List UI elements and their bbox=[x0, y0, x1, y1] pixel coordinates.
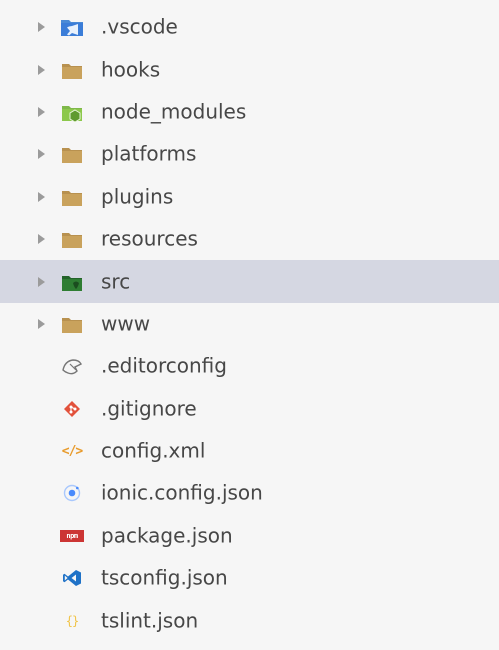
vscode-folder-icon bbox=[60, 17, 84, 37]
tree-item-label: .editorconfig bbox=[101, 353, 227, 378]
tree-item-label: .vscode bbox=[101, 14, 178, 39]
tree-item-label: package.json bbox=[101, 523, 233, 548]
tree-item-src[interactable]: src bbox=[0, 260, 499, 303]
tree-item-label: .gitignore bbox=[101, 396, 197, 421]
tree-item-editorconfig[interactable]: .editorconfig bbox=[0, 345, 499, 387]
tree-item-label: hooks bbox=[101, 57, 161, 82]
tree-item-config-xml[interactable]: </> config.xml bbox=[0, 430, 499, 472]
folder-icon bbox=[60, 144, 84, 164]
chevron-right-icon[interactable] bbox=[38, 22, 45, 33]
git-icon bbox=[60, 399, 84, 419]
tree-item-gitignore[interactable]: .gitignore bbox=[0, 388, 499, 430]
tree-item-label: ionic.config.json bbox=[101, 481, 263, 506]
json-brace-glyph: {} bbox=[65, 613, 79, 628]
tree-item-label: www bbox=[101, 311, 151, 336]
tree-item-label: node_modules bbox=[101, 99, 247, 124]
folder-icon bbox=[60, 314, 84, 334]
tree-item-label: tsconfig.json bbox=[101, 565, 228, 590]
ionic-icon bbox=[60, 483, 84, 503]
tree-item-label: platforms bbox=[101, 141, 197, 166]
tree-item-label: config.xml bbox=[101, 438, 206, 463]
src-folder-icon bbox=[60, 272, 84, 292]
chevron-right-icon[interactable] bbox=[38, 276, 45, 287]
tree-item-label: src bbox=[101, 269, 131, 294]
tree-item-tslint[interactable]: {} tslint.json bbox=[0, 599, 499, 641]
npm-icon: npm bbox=[60, 526, 84, 546]
node-folder-icon bbox=[60, 102, 84, 122]
tree-item-plugins[interactable]: plugins bbox=[0, 176, 499, 218]
chevron-right-icon[interactable] bbox=[38, 106, 45, 117]
file-tree: .vscode hooks node_modules platforms plu… bbox=[0, 6, 499, 642]
folder-icon bbox=[60, 187, 84, 207]
chevron-right-icon[interactable] bbox=[38, 234, 45, 245]
editorconfig-icon bbox=[60, 356, 84, 376]
tree-item-hooks[interactable]: hooks bbox=[0, 48, 499, 90]
tree-item-package-json[interactable]: npm package.json bbox=[0, 515, 499, 557]
chevron-right-icon[interactable] bbox=[38, 149, 45, 160]
json-icon: {} bbox=[60, 611, 84, 631]
tree-item-vscode[interactable]: .vscode bbox=[0, 6, 499, 48]
tree-item-label: tslint.json bbox=[101, 608, 199, 633]
tree-item-label: plugins bbox=[101, 184, 174, 209]
folder-icon bbox=[60, 60, 84, 80]
folder-icon bbox=[60, 229, 84, 249]
tree-item-ionic-config[interactable]: ionic.config.json bbox=[0, 472, 499, 514]
tree-item-tsconfig[interactable]: tsconfig.json bbox=[0, 557, 499, 599]
vscode-icon bbox=[60, 568, 84, 588]
xml-icon: </> bbox=[60, 441, 84, 461]
tree-item-www[interactable]: www bbox=[0, 303, 499, 345]
tree-item-platforms[interactable]: platforms bbox=[0, 133, 499, 175]
file-explorer: .vscode hooks node_modules platforms plu… bbox=[0, 0, 499, 650]
chevron-right-icon[interactable] bbox=[38, 318, 45, 329]
tree-item-resources[interactable]: resources bbox=[0, 218, 499, 260]
chevron-right-icon[interactable] bbox=[38, 191, 45, 202]
tree-item-node-modules[interactable]: node_modules bbox=[0, 91, 499, 133]
tree-item-label: resources bbox=[101, 226, 198, 251]
xml-glyph: </> bbox=[61, 443, 84, 459]
npm-badge: npm bbox=[60, 529, 84, 542]
chevron-right-icon[interactable] bbox=[38, 64, 45, 75]
